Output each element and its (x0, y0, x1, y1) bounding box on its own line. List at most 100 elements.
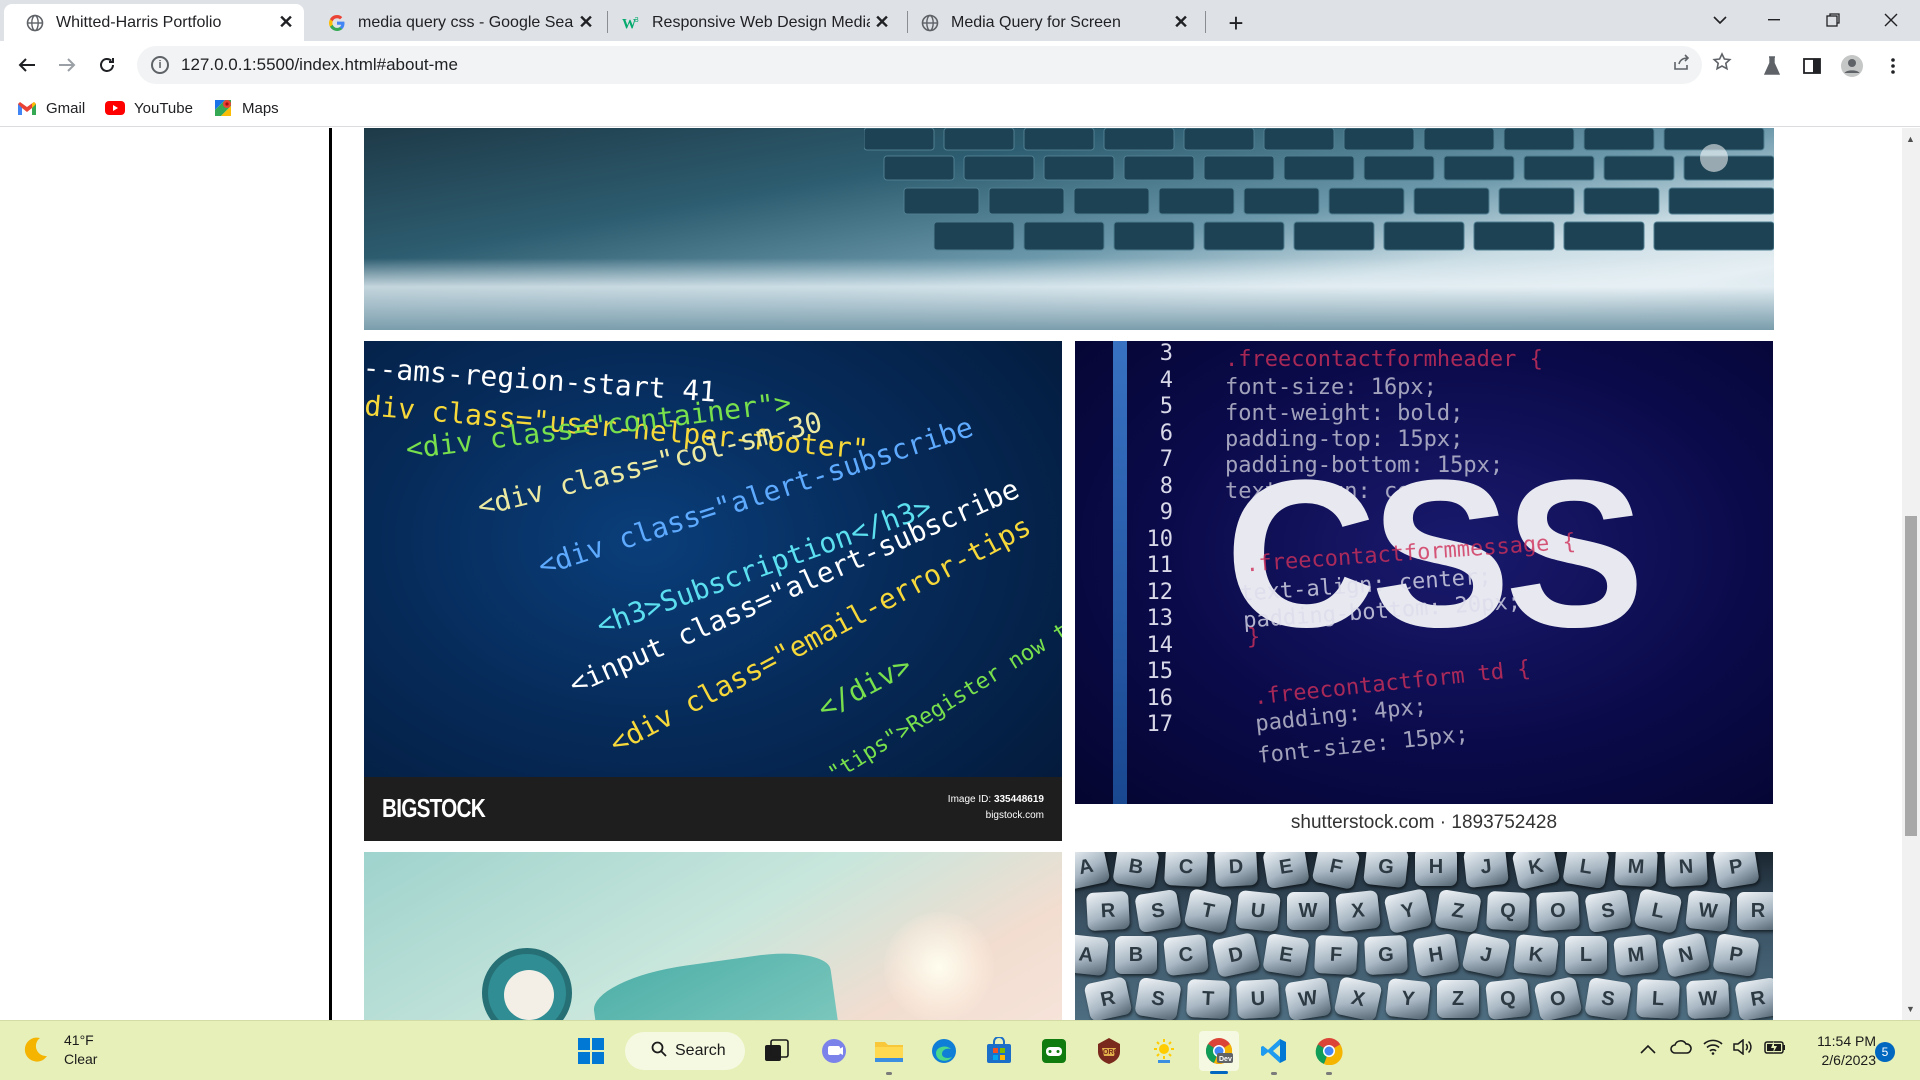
notification-badge[interactable]: 5 (1875, 1042, 1895, 1062)
url-text: 127.0.0.1:5500/index.html#about-me (181, 55, 458, 74)
xbox-app-icon[interactable] (1034, 1031, 1074, 1071)
bookmark-gmail[interactable]: Gmail (16, 97, 85, 119)
letter-bead: M (1613, 933, 1659, 977)
letter-bead: L (1633, 888, 1683, 934)
letter-bead: D (1211, 932, 1261, 978)
scroll-down-arrow-icon[interactable]: ▼ (1906, 1004, 1915, 1014)
running-indicator (1271, 1072, 1277, 1075)
letter-bead: D (1214, 852, 1258, 888)
letter-bead: Z (1437, 980, 1479, 1018)
restore-button[interactable] (1810, 0, 1856, 40)
close-tab-icon[interactable]: ✕ (574, 11, 598, 35)
site-info-icon[interactable]: i (151, 56, 169, 74)
light-glow (884, 912, 994, 1020)
globe-icon (26, 14, 44, 32)
letter-bead: B (1112, 852, 1160, 890)
minimize-button[interactable] (1751, 0, 1797, 40)
letter-bead: O (1533, 976, 1583, 1020)
page-scrollbar[interactable]: ▲ ▼ (1902, 128, 1920, 1020)
close-window-button[interactable] (1868, 0, 1914, 40)
letter-bead: J (1461, 932, 1511, 978)
letter-bead: K (1513, 933, 1559, 977)
sunshine-app-icon[interactable] (1144, 1031, 1184, 1071)
bigstock-logo: BIGSTOCK (382, 793, 486, 823)
css-code-line: .freecontactformheader { (1225, 347, 1543, 372)
letter-bead: Z (1434, 888, 1482, 934)
globe-icon (921, 14, 939, 32)
w3schools-icon: W3 (622, 14, 640, 32)
google-icon (328, 14, 346, 32)
share-icon[interactable] (1670, 50, 1694, 74)
extensions-flask-icon[interactable] (1759, 53, 1785, 79)
volume-icon[interactable] (1733, 1038, 1753, 1060)
letter-bead: S (1134, 976, 1182, 1020)
html-code-image: --ams-region-start 41 div class="user-he… (364, 341, 1062, 841)
tab-whitted-harris-portfolio[interactable]: Whitted-Harris Portfolio ✕ (4, 4, 304, 41)
chrome-icon[interactable] (1309, 1031, 1349, 1071)
weather-widget[interactable]: 41°F Clear (20, 1031, 97, 1069)
line-number: 7 (1159, 447, 1173, 472)
scrollbar-thumb[interactable] (1905, 516, 1917, 836)
tab-google-search[interactable]: media query css - Google Search ✕ (306, 4, 604, 41)
wifi-icon[interactable] (1703, 1039, 1723, 1060)
css-code-line: font-size: 16px; (1225, 375, 1437, 400)
line-number: 5 (1159, 394, 1173, 419)
microsoft-store-icon[interactable] (979, 1031, 1019, 1071)
letter-bead: G (1363, 852, 1409, 889)
laptop-base-graphic (364, 258, 1774, 330)
tab-responsive-web-design[interactable]: W3 Responsive Web Design Media Q ✕ (600, 4, 900, 41)
svg-text:ORC: ORC (1103, 1049, 1119, 1056)
search-icon (651, 1041, 667, 1062)
bookmark-maps[interactable]: Maps (212, 97, 279, 119)
address-bar[interactable]: i 127.0.0.1:5500/index.html#about-me (137, 46, 1702, 84)
back-button[interactable] (10, 48, 44, 82)
new-tab-button[interactable]: + (1221, 8, 1251, 38)
onedrive-cloud-icon[interactable] (1670, 1039, 1692, 1059)
line-number: 14 (1146, 632, 1174, 658)
css-image: 3 4 5 6 7 8 9 10 11 12 13 14 15 16 17 .f… (1075, 341, 1773, 841)
letter-bead: A (1075, 852, 1111, 890)
tab-search-chevron-icon[interactable] (1697, 0, 1743, 40)
image-id-label: Image ID: (947, 794, 992, 805)
letter-bead: T (1186, 978, 1230, 1020)
start-button[interactable] (571, 1031, 611, 1071)
chrome-dev-icon[interactable]: Dev (1199, 1031, 1239, 1071)
line-number: 17 (1146, 712, 1174, 737)
file-explorer-icon[interactable] (869, 1031, 909, 1071)
youtube-icon (104, 99, 126, 117)
side-panel-icon[interactable] (1799, 53, 1825, 79)
scroll-up-arrow-icon[interactable]: ▲ (1906, 134, 1915, 144)
forward-button[interactable] (50, 48, 84, 82)
teams-chat-icon[interactable] (814, 1031, 854, 1071)
letter-bead: J (1463, 852, 1509, 889)
profile-avatar-icon[interactable] (1839, 53, 1865, 79)
keyboard-keys-graphic (864, 128, 1774, 251)
bookmark-star-icon[interactable] (1710, 50, 1734, 74)
close-tab-icon[interactable]: ✕ (870, 11, 894, 35)
close-tab-icon[interactable]: ✕ (1169, 11, 1193, 35)
letter-bead: A (1075, 933, 1109, 977)
game-app-icon[interactable]: ORC (1089, 1031, 1129, 1071)
line-number: 3 (1159, 341, 1173, 366)
reload-button[interactable] (90, 48, 124, 82)
tab-media-query-for-screen[interactable]: Media Query for Screen ✕ (899, 4, 1199, 41)
battery-icon[interactable] (1764, 1039, 1786, 1059)
letter-bead: P (1712, 932, 1760, 978)
taskbar-search[interactable]: Search (625, 1032, 745, 1070)
show-hidden-icons-chevron-icon[interactable] (1640, 1039, 1656, 1059)
vscode-icon[interactable] (1254, 1031, 1294, 1071)
bookmark-youtube[interactable]: YouTube (104, 97, 193, 119)
sidebar-divider-line (329, 128, 332, 1020)
edge-icon[interactable] (924, 1031, 964, 1071)
running-indicator (1326, 1072, 1332, 1075)
kebab-menu-icon[interactable] (1880, 53, 1906, 79)
tab-title: Whitted-Harris Portfolio (56, 13, 222, 31)
css-code-line: } (1247, 625, 1261, 650)
tab-title: Media Query for Screen (951, 13, 1121, 31)
line-number: 6 (1159, 420, 1173, 446)
system-clock[interactable]: 11:54 PM 2/6/2023 (1800, 1032, 1876, 1070)
weather-condition: Clear (64, 1051, 98, 1067)
task-view-icon[interactable] (757, 1031, 797, 1071)
close-tab-icon[interactable]: ✕ (274, 11, 298, 35)
letter-bead: E (1262, 932, 1310, 978)
